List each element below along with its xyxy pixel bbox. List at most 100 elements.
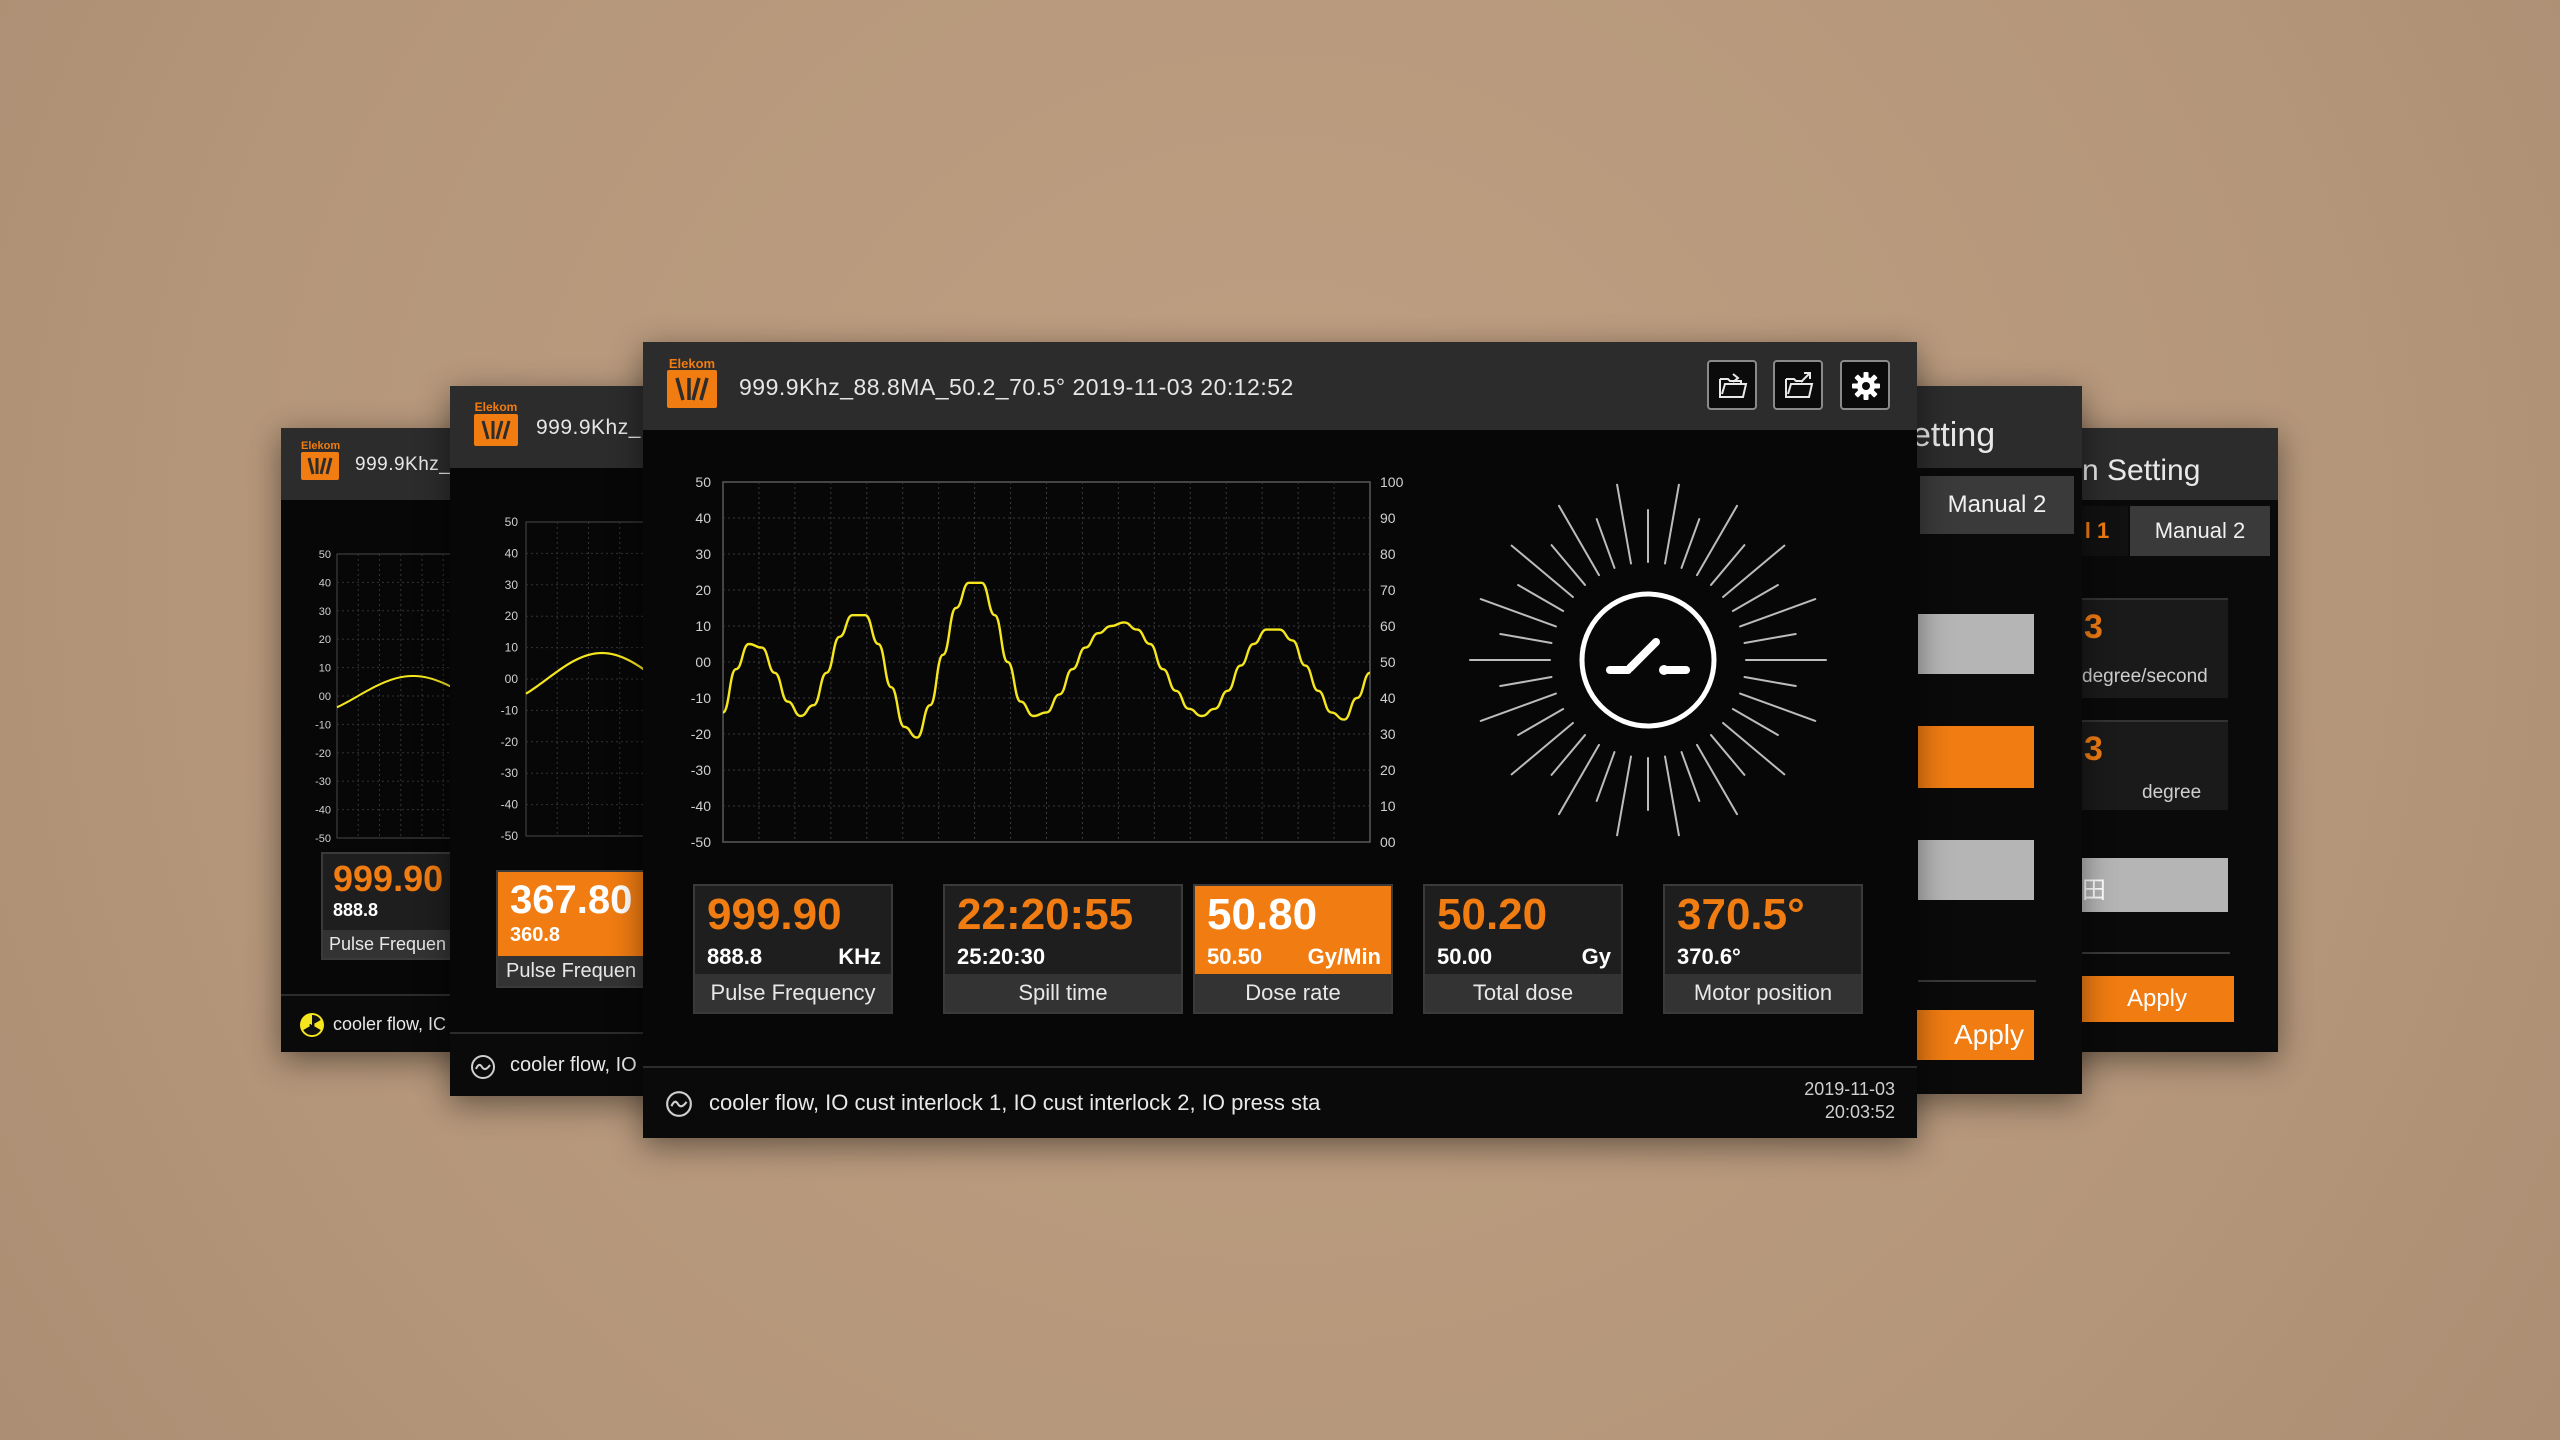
dial-ray [1731,708,1779,736]
metric-card-dose-rate: 50.80 50.50 Gy/Min Dose rate [1193,884,1393,1014]
y2-tick-label: 30 [1380,726,1396,742]
dial-ray [1479,598,1557,628]
header-title: 999.9Khz_ [355,454,451,475]
orange-input-box[interactable] [1918,726,2034,788]
y-tick-label: 40 [505,546,519,560]
metric-small-value: 50.00 [1437,944,1493,969]
wave-circle-icon [666,1091,692,1117]
logo-text: Elekom [668,356,716,371]
logo-text: Elekom [301,440,341,452]
footer-time: 20:03:52 [1824,1101,1895,1122]
dial-ray [1709,734,1746,776]
logo-mark-icon [675,377,709,401]
metric-small-value: 370.6° [1677,944,1741,969]
y2-tick-label: 60 [1380,618,1396,634]
metric-card-total-dose: 50.20 50.00 Gy Total dose [1423,884,1623,1014]
settings-divider [2080,952,2230,954]
metric-big-value: 367.80 [510,878,633,922]
logo-mark-icon [307,457,333,475]
y2-tick-label: 00 [1380,834,1396,850]
waveform-series [721,581,1371,739]
dial-ray [1479,692,1557,722]
y-tick-label: 10 [505,641,519,655]
footer-message: cooler flow, IO cust interlock 1, IO cus… [709,1090,1321,1115]
header-title: 999.9Khz_88.8MA_50.2_70.5° 2019-11-03 20… [739,374,1294,400]
y-tick-label: 20 [319,634,331,646]
logo-mark-icon [481,420,511,440]
y-tick-label: -30 [501,766,519,780]
metric-label: Dose rate [1195,974,1391,1012]
metric-card-pulse-frequency: 999.90 888.8 KHz Pulse Frequency [693,884,893,1014]
apply-button[interactable]: Apply [2080,976,2234,1022]
input-glyph: 田 [2082,877,2106,904]
dial-ray [1722,544,1786,599]
footer-message: cooler flow, IO [510,1054,637,1076]
dial-ray [1722,721,1786,776]
y-tick-label: 10 [319,663,331,675]
y-tick-label: -10 [501,703,519,717]
dial-ray [1550,544,1587,586]
settings-button[interactable] [1840,360,1890,410]
y-tick-label: -40 [315,805,331,817]
folder-export-icon [1785,372,1814,398]
y-tick-label: -20 [501,735,519,749]
y-tick-label: 40 [695,510,711,526]
metric-small-value: 360.8 [510,924,561,946]
y-tick-label: 50 [319,549,331,561]
metric-small-value: 25:20:30 [957,944,1046,969]
export-folder-button[interactable] [1773,360,1823,410]
gray-input-box[interactable]: 田 [2080,858,2228,912]
settings-title: etting [1912,416,1996,454]
dial-ray [1664,755,1680,837]
gray-input-box-1[interactable] [1918,614,2034,674]
dial-ray [1517,708,1565,736]
switch-icon-ring [1579,591,1717,729]
dial-ray [1739,598,1817,628]
settings-divider [1918,980,2036,982]
dial-ray [1616,755,1632,837]
dial-ray [1680,518,1701,569]
y-tick-label: 30 [505,578,519,592]
y-tick-label: 00 [505,672,519,686]
gray-input-box-2[interactable] [1918,840,2034,900]
angle-field[interactable]: 3 degree [2080,720,2228,810]
dial-ray [1696,743,1738,816]
y-tick-label: -50 [315,833,331,845]
main-dashboard-panel: Elekom 999.9Khz_88.8MA_50.2_70.5° 2019-1… [643,342,1917,1138]
tab-manual-2[interactable]: Manual 2 [1920,476,2074,534]
y-tick-label: -30 [691,762,711,778]
y-tick-label: 10 [695,618,711,634]
footer-date: 2019-11-03 [1804,1079,1895,1099]
dial-ray [1696,504,1738,577]
tab-manual-2[interactable]: Manual 2 [2130,506,2270,556]
dial-ray [1499,632,1553,644]
y-tick-label: -10 [691,690,711,706]
metric-small-value: 888.8 [333,900,379,920]
metric-label: Spill time [945,974,1181,1012]
logo-text: Elekom [474,400,518,414]
switch-icon [1606,638,1690,674]
header-title: 999.9Khz_ [536,416,641,439]
metric-big-value: 22:20:55 [957,890,1134,939]
dial-ray [1510,544,1574,599]
radiation-icon [300,1013,324,1037]
dial-ray [1743,632,1797,644]
metric-small-value: 50.50 [1207,944,1263,969]
metric-label: Total dose [1425,974,1621,1012]
speed-field[interactable]: 3 degree/second [2080,598,2228,698]
wave-circle-icon [471,1055,495,1079]
metric-big-value: 370.5° [1677,890,1805,939]
dial-ray [1499,676,1553,688]
y-tick-label: 50 [505,515,519,529]
open-folder-button[interactable] [1707,360,1757,410]
y-tick-label: 20 [505,609,519,623]
metric-card-motor-position: 370.5° 370.6° Motor position [1663,884,1863,1014]
speed-value: 3 [2084,608,2103,646]
dial-ray [1731,584,1779,612]
metric-unit: Gy [1581,944,1611,969]
apply-button[interactable]: Apply [1906,1010,2034,1060]
elekom-logo: Elekom [667,356,717,408]
metric-big-value: 50.20 [1437,890,1548,939]
dial-ray [1709,544,1746,586]
main-footer: cooler flow, IO cust interlock 1, IO cus… [643,1066,1917,1138]
